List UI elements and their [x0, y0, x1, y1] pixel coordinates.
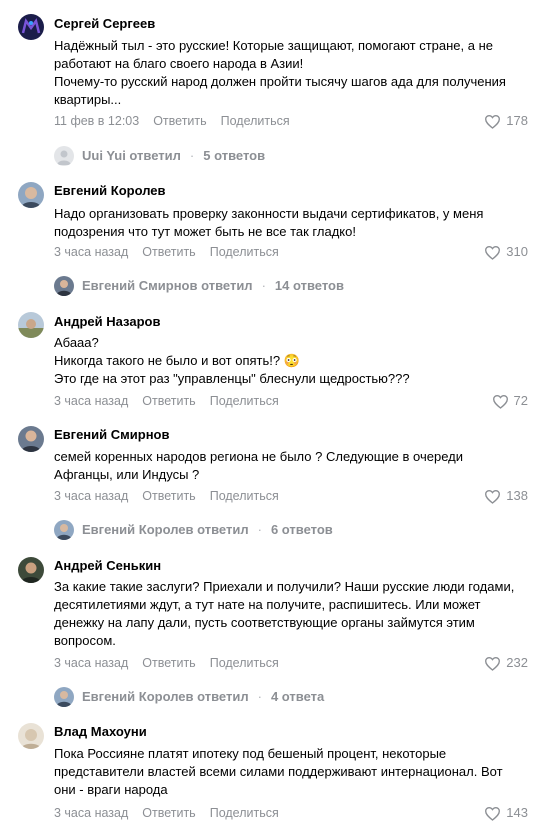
comment-time[interactable]: 3 часа назад — [54, 655, 128, 671]
comment-author[interactable]: Сергей Сергеев — [54, 16, 155, 32]
reply-author: Евгений Смирнов ответил — [82, 278, 253, 293]
avatar[interactable] — [18, 723, 44, 749]
comment-meta: 3 часа назад Ответить Поделиться — [54, 655, 279, 671]
like-count: 178 — [506, 113, 528, 128]
like-button[interactable]: 310 — [484, 244, 528, 260]
like-count: 138 — [506, 488, 528, 503]
share-button[interactable]: Поделиться — [210, 655, 279, 671]
avatar[interactable] — [18, 14, 44, 40]
avatar[interactable] — [18, 182, 44, 208]
like-button[interactable]: 138 — [484, 488, 528, 504]
replies-link[interactable]: Uui Yui ответил · 5 ответов — [54, 146, 265, 166]
reply-count: 5 ответов — [203, 148, 266, 163]
separator-dot: · — [189, 148, 195, 163]
share-button[interactable]: Поделиться — [210, 488, 279, 504]
comment-meta: 3 часа назад Ответить Поделиться — [54, 488, 279, 504]
share-button[interactable]: Поделиться — [210, 805, 279, 821]
comment-author[interactable]: Влад Махоуни — [54, 724, 147, 740]
reply-author: Uui Yui ответил — [82, 148, 181, 163]
avatar[interactable] — [18, 557, 44, 583]
like-count: 143 — [506, 805, 528, 820]
comment-author[interactable]: Андрей Сенькин — [54, 558, 161, 574]
heart-icon — [485, 806, 501, 821]
reply-button[interactable]: Ответить — [142, 488, 195, 504]
heart-icon — [485, 114, 501, 129]
comment-text: семей коренных народов региона не было ?… — [54, 449, 464, 482]
reply-author: Евгений Королев ответил — [82, 689, 249, 704]
reply-button[interactable]: Ответить — [142, 805, 195, 821]
replies-link[interactable]: Евгений Смирнов ответил · 14 ответов — [54, 276, 344, 296]
heart-icon — [485, 656, 501, 671]
like-count: 232 — [506, 655, 528, 670]
separator-dot: · — [257, 522, 262, 537]
reply-count: 6 ответов — [270, 522, 333, 537]
separator-dot: · — [261, 278, 266, 293]
reply-count: 4 ответа — [270, 689, 325, 704]
comment-time[interactable]: 3 часа назад — [54, 393, 128, 409]
reply-button[interactable]: Ответить — [142, 244, 195, 260]
reply-avatar — [54, 687, 74, 707]
reply-count: 14 ответов — [274, 278, 344, 293]
reply-author: Евгений Королев ответил — [82, 522, 249, 537]
share-button[interactable]: Поделиться — [221, 113, 290, 129]
reply-avatar — [54, 276, 74, 296]
comment-time[interactable]: 11 фев в 12:03 — [54, 113, 139, 129]
comment-time[interactable]: 3 часа назад — [54, 244, 128, 260]
replies-link[interactable]: Евгений Королев ответил · 4 ответа — [54, 687, 324, 707]
replies-link[interactable]: Евгений Королев ответил · 6 ответов — [54, 520, 333, 540]
comment-meta: 3 часа назад Ответить Поделиться — [54, 244, 279, 260]
comment-meta: 3 часа назад Ответить Поделиться — [54, 805, 279, 821]
comment-text: Абааа? Никогда такого не было и вот опят… — [54, 335, 410, 386]
like-count: 72 — [513, 393, 528, 408]
like-button[interactable]: 143 — [484, 805, 528, 821]
avatar[interactable] — [18, 426, 44, 452]
reply-button[interactable]: Ответить — [142, 393, 195, 409]
heart-icon — [485, 489, 501, 504]
separator-dot: · — [257, 689, 262, 704]
reply-button[interactable]: Ответить — [142, 655, 195, 671]
like-button[interactable]: 72 — [492, 393, 528, 409]
reply-button[interactable]: Ответить — [153, 113, 206, 129]
comment-text: Надо организовать проверку законности вы… — [54, 206, 484, 239]
share-button[interactable]: Поделиться — [210, 244, 279, 260]
like-count: 310 — [506, 244, 528, 259]
heart-icon — [485, 245, 501, 260]
comment-author[interactable]: Евгений Смирнов — [54, 427, 169, 443]
comment-text: За какие такие заслуги? Приехали и получ… — [54, 579, 515, 648]
like-button[interactable]: 232 — [484, 655, 528, 671]
avatar[interactable] — [18, 312, 44, 338]
like-button[interactable]: 178 — [484, 113, 528, 129]
comment-meta: 11 фев в 12:03 Ответить Поделиться — [54, 113, 290, 129]
share-button[interactable]: Поделиться — [210, 393, 279, 409]
reply-avatar — [54, 520, 74, 540]
heart-icon — [492, 394, 508, 409]
comment-time[interactable]: 3 часа назад — [54, 805, 128, 821]
reply-avatar — [54, 146, 74, 166]
comment-author[interactable]: Андрей Назаров — [54, 314, 160, 330]
comment-author[interactable]: Евгений Королев — [54, 183, 166, 199]
comment-time[interactable]: 3 часа назад — [54, 488, 128, 504]
comment-text: Пока Россияне платят ипотеку под бешеный… — [54, 746, 503, 797]
comment-text: Надёжный тыл - это русские! Которые защи… — [54, 38, 506, 107]
comment-meta: 3 часа назад Ответить Поделиться — [54, 393, 279, 409]
